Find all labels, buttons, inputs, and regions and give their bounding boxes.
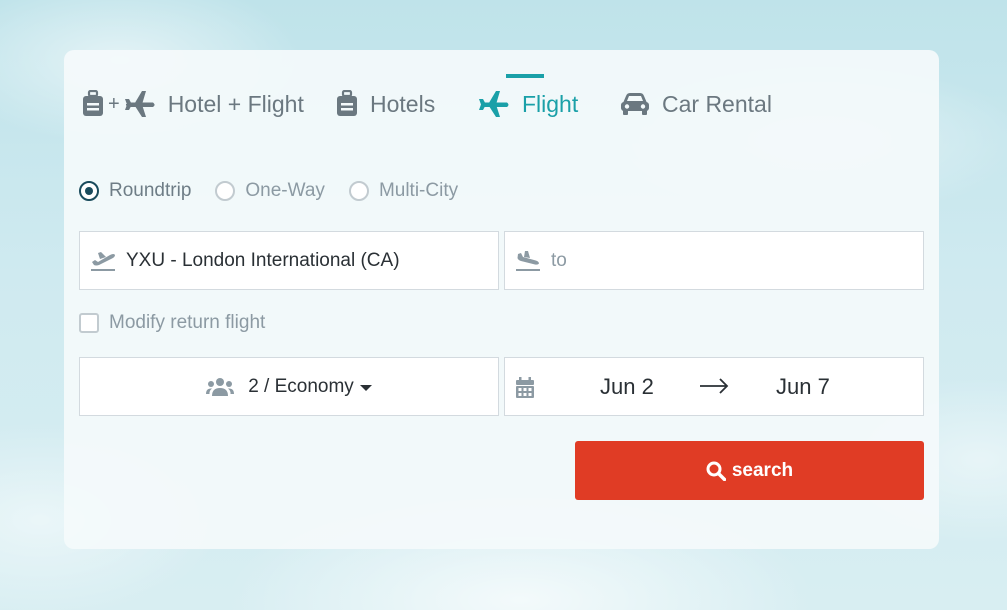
date-range-picker[interactable]: Jun 2 Jun 7: [504, 357, 924, 416]
tab-label: Flight: [522, 90, 579, 117]
radio-one-way[interactable]: One-Way: [215, 178, 325, 204]
plane-icon: [124, 90, 156, 118]
radio-label: Multi-City: [378, 180, 459, 201]
radio-label: Roundtrip: [109, 180, 192, 201]
tab-label: Car Rental: [662, 90, 772, 117]
tab-flight[interactable]: Flight: [478, 74, 598, 134]
search-icon: [706, 461, 726, 481]
destination-input[interactable]: [551, 249, 911, 272]
radio-label: One-Way: [245, 180, 325, 201]
passengers-label: 2 / Economy: [248, 375, 354, 397]
product-tabs: + Hotel + Flight Hotels Flight Car Renta…: [82, 74, 922, 134]
origin-field[interactable]: [79, 231, 499, 290]
plus-sign: +: [108, 92, 120, 115]
tab-hotels[interactable]: Hotels: [336, 74, 456, 134]
search-label: search: [731, 459, 794, 481]
car-icon: [620, 92, 650, 116]
radio-roundtrip[interactable]: Roundtrip: [79, 178, 191, 204]
chevron-down-icon: [359, 384, 372, 391]
depart-date[interactable]: Jun 2: [600, 374, 654, 400]
users-icon: [206, 377, 235, 397]
passengers-selector[interactable]: 2 / Economy: [79, 357, 499, 416]
trip-type-group: Roundtrip One-Way Multi-City: [79, 178, 482, 204]
tab-hotel-flight[interactable]: + Hotel + Flight: [82, 74, 312, 134]
arrow-right-icon: [699, 378, 729, 399]
luggage-icon: [336, 90, 358, 118]
radio-dot[interactable]: [348, 181, 369, 201]
radio-multi-city[interactable]: Multi-City: [348, 178, 459, 204]
modify-return-checkbox[interactable]: Modify return flight: [79, 312, 265, 334]
radio-dot[interactable]: [79, 181, 99, 201]
search-button[interactable]: search: [575, 441, 924, 500]
radio-dot[interactable]: [215, 181, 236, 201]
plane-arrival-icon: [515, 250, 541, 272]
return-date[interactable]: Jun 7: [776, 374, 830, 400]
checkbox-label: Modify return flight: [109, 312, 266, 333]
tab-label: Hotels: [370, 90, 436, 117]
checkbox-box[interactable]: [79, 313, 99, 333]
destination-field[interactable]: [504, 231, 924, 290]
luggage-icon: [82, 90, 104, 118]
calendar-icon: [515, 377, 535, 404]
search-card: + Hotel + Flight Hotels Flight Car Renta…: [64, 50, 939, 549]
plane-icon: [478, 90, 510, 118]
tab-car-rental[interactable]: Car Rental: [620, 74, 780, 134]
origin-input[interactable]: [126, 249, 486, 272]
plane-departure-icon: [90, 250, 116, 272]
tab-label: Hotel + Flight: [167, 90, 304, 117]
